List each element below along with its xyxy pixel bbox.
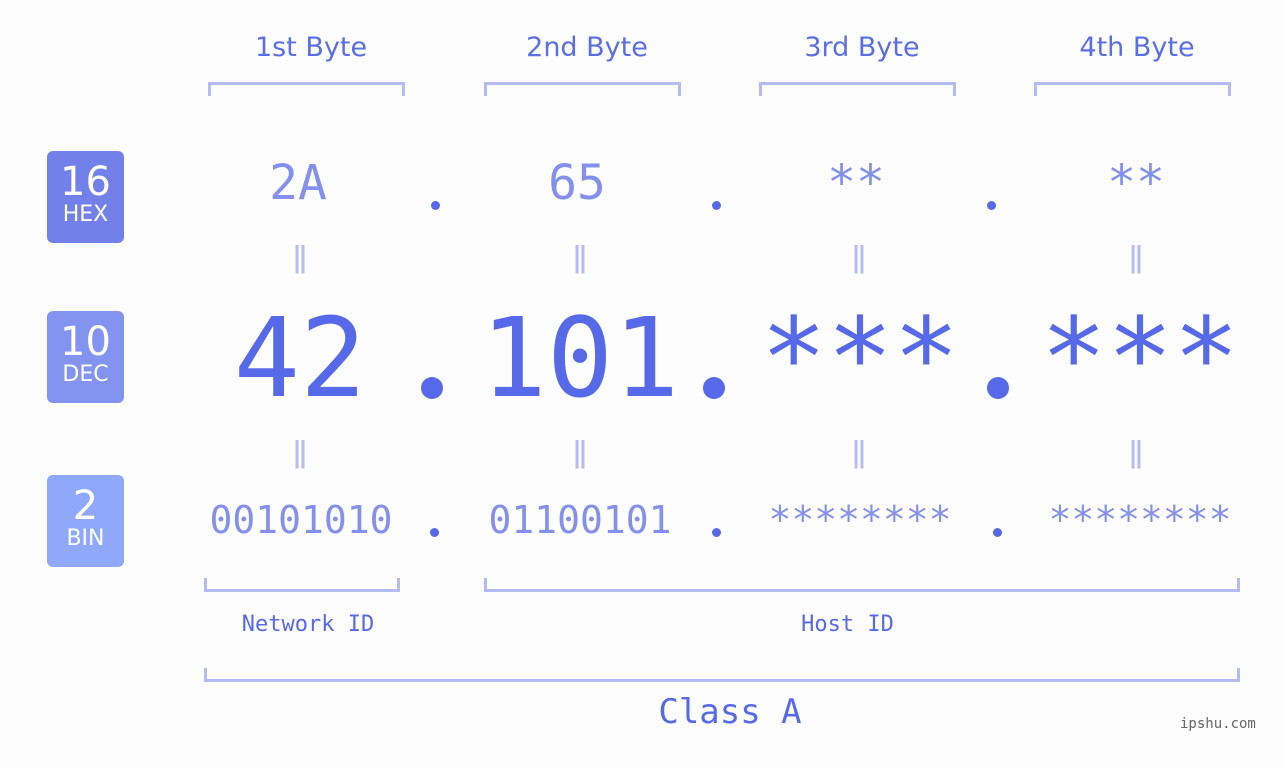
byte-label-1: 1st Byte	[254, 32, 368, 63]
dec-badge: 10 DEC	[47, 311, 124, 403]
bin-byte-3: ********	[768, 498, 952, 542]
bin-separator-1	[430, 528, 439, 537]
bin-badge-number: 2	[72, 483, 99, 529]
dec-byte-3: ***	[760, 294, 960, 422]
hex-byte-2: 65	[548, 155, 606, 211]
hex-separator-1	[431, 201, 440, 210]
watermark: ipshu.com	[1180, 716, 1256, 732]
bin-byte-1: 00101010	[209, 498, 393, 542]
dec-byte-1: 42	[233, 294, 367, 422]
dec-separator-1	[421, 377, 443, 399]
byte-bracket-3	[759, 82, 956, 96]
byte-bracket-4	[1034, 82, 1231, 96]
equals-icon: ǁ	[851, 240, 867, 275]
equals-icon: ǁ	[1128, 435, 1144, 470]
byte-label-3: 3rd Byte	[804, 32, 920, 63]
equals-icon: ǁ	[292, 240, 308, 275]
bin-separator-3	[993, 528, 1002, 537]
hex-byte-1: 2A	[269, 155, 327, 211]
class-bracket	[204, 668, 1240, 682]
hex-badge-number: 16	[60, 159, 111, 205]
byte-bracket-2	[484, 82, 681, 96]
byte-label-2: 2nd Byte	[526, 32, 648, 63]
host-id-bracket	[484, 578, 1240, 592]
bin-separator-2	[712, 528, 721, 537]
dec-byte-4: ***	[1040, 294, 1240, 422]
equals-icon: ǁ	[1128, 240, 1144, 275]
equals-icon: ǁ	[292, 435, 308, 470]
dec-badge-label: DEC	[62, 362, 109, 387]
byte-label-4: 4th Byte	[1079, 32, 1195, 63]
hex-badge: 16 HEX	[47, 151, 124, 243]
bin-byte-4: ********	[1048, 498, 1232, 542]
equals-icon: ǁ	[851, 435, 867, 470]
bin-badge: 2 BIN	[47, 475, 124, 567]
dec-byte-2: 101	[480, 294, 680, 422]
dec-separator-2	[703, 377, 725, 399]
hex-badge-label: HEX	[62, 202, 109, 227]
dec-badge-number: 10	[60, 319, 111, 365]
bin-badge-label: BIN	[66, 526, 105, 551]
class-label: Class A	[658, 692, 802, 732]
byte-bracket-1	[208, 82, 405, 96]
network-id-label: Network ID	[241, 612, 375, 637]
hex-byte-4: **	[1107, 155, 1165, 211]
hex-separator-3	[987, 201, 996, 210]
hex-separator-2	[712, 201, 721, 210]
bin-byte-2: 01100101	[488, 498, 672, 542]
hex-byte-3: **	[827, 155, 885, 211]
dec-separator-3	[987, 377, 1009, 399]
host-id-label: Host ID	[801, 612, 894, 637]
network-id-bracket	[204, 578, 400, 592]
equals-icon: ǁ	[572, 435, 588, 470]
equals-icon: ǁ	[572, 240, 588, 275]
